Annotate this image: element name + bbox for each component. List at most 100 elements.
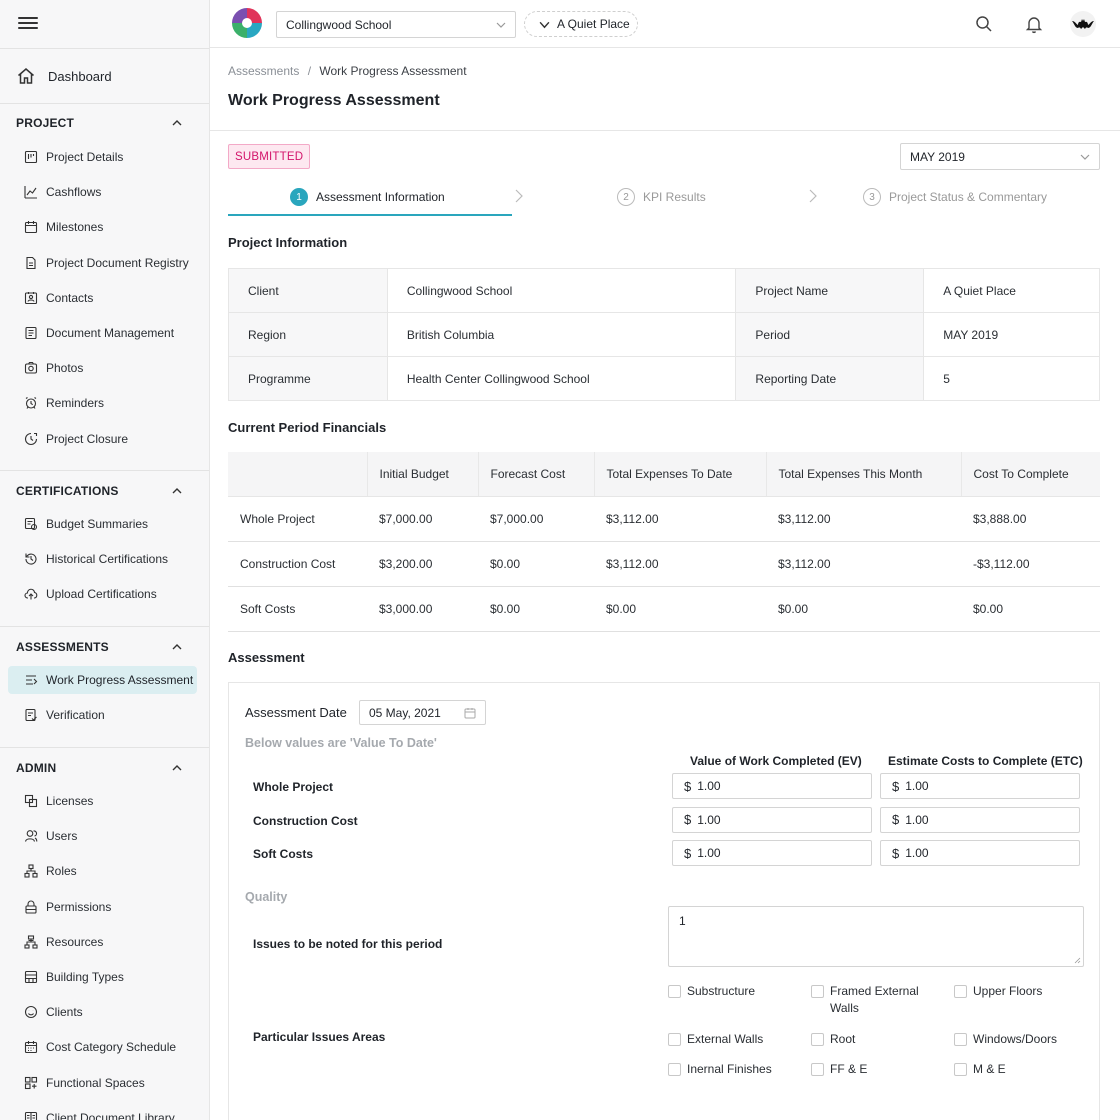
- step-project-status-commentary[interactable]: 3 Project Status & Commentary: [863, 180, 1047, 214]
- sidebar-item-building-types[interactable]: Building Types: [8, 963, 197, 991]
- sidebar-item-label: Document Management: [46, 326, 175, 340]
- issues-textarea[interactable]: 1: [668, 906, 1084, 967]
- sidebar-item-dashboard[interactable]: Dashboard: [16, 64, 112, 88]
- sidebar-item-budget-summaries[interactable]: Budget Summaries: [8, 510, 197, 538]
- checkbox-upper-floors[interactable]: Upper Floors: [954, 983, 1079, 1000]
- sidebar-item-users[interactable]: Users: [8, 822, 197, 850]
- period-select[interactable]: MAY 2019: [900, 143, 1100, 170]
- checkbox-label: Upper Floors: [973, 984, 1043, 998]
- checkbox-root[interactable]: Root: [811, 1031, 931, 1048]
- sidebar-item-label: Users: [46, 829, 78, 844]
- project-information-heading: Project Information: [228, 235, 348, 250]
- info-value: MAY 2019: [923, 312, 1100, 357]
- column-header: Forecast Cost: [477, 452, 594, 497]
- sidebar-item-upload-certifications[interactable]: Upload Certifications: [8, 580, 197, 608]
- search-icon[interactable]: [974, 14, 994, 34]
- sidebar-item-work-progress-assessment[interactable]: Work Progress Assessment: [8, 666, 197, 694]
- ev-value: 1.00: [697, 846, 721, 861]
- client-select[interactable]: Collingwood School: [276, 11, 516, 38]
- checkbox-label: M & E: [973, 1062, 1006, 1076]
- assessment-date-label: Assessment Date: [245, 705, 347, 720]
- ev-input[interactable]: $1.00: [672, 806, 872, 833]
- checkbox-m-e[interactable]: M & E: [954, 1061, 1079, 1078]
- sidebar-item-document-management[interactable]: Document Management: [8, 319, 197, 347]
- checkbox-label: Windows/Doors: [973, 1032, 1058, 1046]
- ev-value: 1.00: [697, 779, 721, 793]
- cashflows-icon: [24, 186, 37, 199]
- sidebar-item-resources[interactable]: Resources: [8, 928, 197, 956]
- sidebar-item-historical-certifications[interactable]: Historical Certifications: [8, 545, 197, 573]
- sidebar-item-label: Project Document Registry: [46, 255, 189, 270]
- checkbox-windows-doors[interactable]: Windows/Doors: [954, 1031, 1079, 1048]
- checkbox-box[interactable]: [954, 985, 967, 998]
- checkbox-substructure[interactable]: Substructure: [668, 983, 793, 1000]
- sidebar-item-contacts[interactable]: Contacts: [8, 284, 197, 312]
- checkbox-box[interactable]: [954, 1063, 967, 1076]
- checkbox-inernal-finishes[interactable]: Inernal Finishes: [668, 1061, 793, 1078]
- etc-input[interactable]: $1.00: [880, 773, 1080, 799]
- chevron-up-icon[interactable]: [170, 761, 184, 775]
- avatar[interactable]: [1070, 11, 1096, 37]
- sidebar-item-permissions[interactable]: Permissions: [8, 893, 197, 921]
- sidebar-item-reminders[interactable]: Reminders: [8, 389, 197, 417]
- client-document-library-icon: [24, 1111, 38, 1120]
- sidebar-item-label: Licenses: [46, 794, 94, 808]
- checkbox-ff-e[interactable]: FF & E: [811, 1061, 931, 1078]
- checkbox-box[interactable]: [668, 985, 681, 998]
- sidebar-item-functional-spaces[interactable]: Functional Spaces: [8, 1069, 197, 1097]
- chevron-up-icon[interactable]: [170, 640, 184, 654]
- app-logo-icon[interactable]: [230, 6, 264, 40]
- step-assessment-information[interactable]: 1 Assessment Information: [290, 180, 445, 214]
- column-header: Initial Budget: [366, 452, 478, 497]
- menu-icon[interactable]: [18, 14, 38, 34]
- checkbox-box[interactable]: [668, 1033, 681, 1046]
- sidebar-item-cashflows[interactable]: Cashflows: [8, 178, 197, 206]
- sidebar-item-label: Project Closure: [46, 431, 129, 446]
- project-selector[interactable]: A Quiet Place: [524, 11, 638, 37]
- table-cell: $3,200.00: [367, 541, 478, 587]
- assessment-date-input[interactable]: 05 May, 2021: [359, 700, 486, 725]
- checkbox-external-walls[interactable]: External Walls: [668, 1031, 793, 1048]
- chevron-up-icon[interactable]: [170, 116, 184, 130]
- step-kpi-results[interactable]: 2 KPI Results: [617, 180, 706, 214]
- table-cell: $3,112.00: [766, 496, 961, 542]
- sidebar-item-client-document-library[interactable]: Client Document Library: [8, 1104, 197, 1120]
- info-label: Region: [228, 312, 388, 357]
- main-content: Assessments / Work Progress Assessment W…: [210, 49, 1120, 1120]
- ev-input[interactable]: $1.00: [672, 840, 872, 867]
- currency-symbol: $: [684, 778, 692, 794]
- checkbox-box[interactable]: [811, 1063, 824, 1076]
- resize-grip-icon[interactable]: [1074, 957, 1081, 964]
- bell-icon[interactable]: [1024, 14, 1044, 34]
- sidebar-item-cost-category-schedule[interactable]: Cost Category Schedule: [8, 1033, 197, 1061]
- breadcrumb-parent[interactable]: Assessments: [228, 64, 299, 78]
- assessment-row-whole-project: Whole Project: [253, 780, 334, 794]
- sidebar-item-clients[interactable]: Clients: [8, 998, 197, 1026]
- divider: [210, 130, 1120, 131]
- status-badge: SUBMITTED: [228, 144, 311, 169]
- sidebar-item-project-document-registry[interactable]: Project Document Registry: [8, 249, 197, 277]
- etc-input[interactable]: $1.00: [880, 806, 1080, 833]
- sidebar-item-project-closure[interactable]: Project Closure: [8, 425, 197, 453]
- ev-input[interactable]: $1.00: [672, 773, 872, 799]
- checkbox-box[interactable]: [668, 1063, 681, 1076]
- table-row: Construction Cost $3,200.00 $0.00 $3,112.00…: [228, 541, 1100, 587]
- row-label: Whole Project: [228, 496, 367, 542]
- sidebar-item-project-details[interactable]: Project Details: [8, 143, 197, 171]
- sidebar-item-roles[interactable]: Roles: [8, 857, 197, 885]
- chevron-up-icon[interactable]: [170, 484, 184, 498]
- checkbox-label: Inernal Finishes: [687, 1062, 772, 1076]
- work-progress-assessment-icon: [26, 675, 38, 685]
- permissions-icon: [25, 900, 37, 914]
- sidebar-item-licenses[interactable]: Licenses: [8, 787, 197, 815]
- table-cell: $3,112.00: [594, 541, 766, 587]
- checkbox-box[interactable]: [954, 1033, 967, 1046]
- checkbox-box[interactable]: [811, 985, 824, 998]
- checkbox-framed-external-walls[interactable]: Framed External Walls: [811, 983, 931, 1017]
- etc-input[interactable]: $1.00: [880, 840, 1080, 867]
- sidebar-item-milestones[interactable]: Milestones: [8, 213, 197, 241]
- sidebar-item-photos[interactable]: Photos: [8, 354, 197, 382]
- sidebar-item-verification[interactable]: Verification: [8, 701, 197, 729]
- checkbox-box[interactable]: [811, 1033, 824, 1046]
- sidebar-item-label: Client Document Library: [46, 1110, 175, 1120]
